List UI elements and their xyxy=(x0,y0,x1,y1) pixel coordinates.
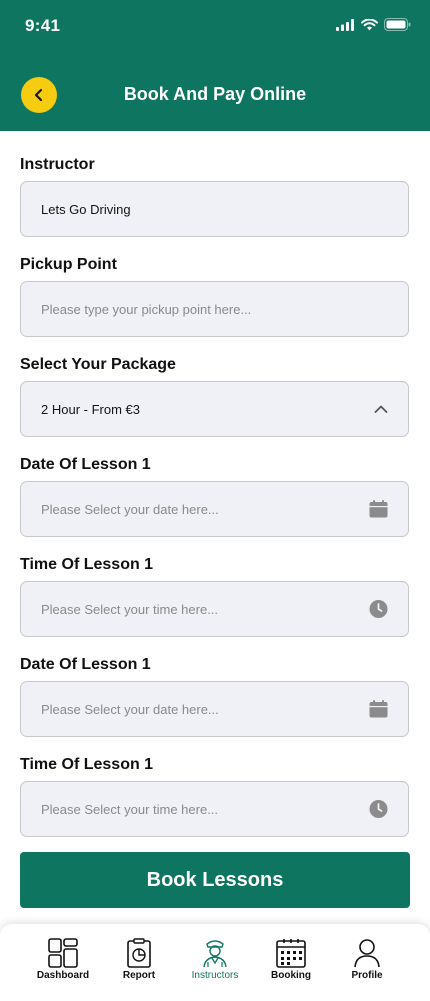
instructor-icon xyxy=(203,940,227,968)
date-lesson-2-placeholder: Please Select your date here... xyxy=(41,701,219,717)
clock-icon[interactable] xyxy=(369,800,388,819)
book-lessons-button[interactable]: Book Lessons xyxy=(20,852,410,908)
battery-icon xyxy=(384,18,411,31)
chevron-up-icon xyxy=(374,405,388,414)
calendar-icon[interactable] xyxy=(369,500,388,518)
tab-label: Instructors xyxy=(191,970,239,981)
wifi-icon xyxy=(361,18,378,30)
tab-booking[interactable]: Booking xyxy=(253,938,329,981)
pickup-input-box[interactable] xyxy=(20,281,409,337)
date-lesson-1-label: Date Of Lesson 1 xyxy=(20,456,151,473)
dashboard-icon xyxy=(48,938,78,968)
status-time: 9:41 xyxy=(25,16,61,35)
instructor-label: Instructor xyxy=(20,156,95,173)
time-lesson-2-picker[interactable]: Please Select your time here... xyxy=(20,781,409,837)
date-lesson-2-label: Date Of Lesson 1 xyxy=(20,656,151,673)
tab-profile[interactable]: Profile xyxy=(329,938,405,981)
signal-icon xyxy=(336,18,354,31)
calendar-icon xyxy=(276,939,306,968)
clock-icon[interactable] xyxy=(369,600,388,619)
pickup-field: Pickup Point xyxy=(20,254,410,337)
bottom-tab-bar: Dashboard Report Instructors Booking Pro… xyxy=(0,924,430,1001)
calendar-icon[interactable] xyxy=(369,700,388,718)
package-field: Select Your Package 2 Hour - From €3 xyxy=(20,354,410,437)
report-icon xyxy=(127,938,151,968)
instructor-value: Lets Go Driving xyxy=(41,201,131,217)
profile-icon xyxy=(354,939,380,968)
instructor-field: Instructor Lets Go Driving xyxy=(20,154,410,237)
tab-report[interactable]: Report xyxy=(101,938,177,981)
pickup-input[interactable] xyxy=(41,301,388,317)
date-lesson-2-picker[interactable]: Please Select your date here... xyxy=(20,681,409,737)
status-icons xyxy=(336,18,411,31)
time-lesson-2-placeholder: Please Select your time here... xyxy=(41,801,219,817)
date-lesson-1-field: Date Of Lesson 1 Please Select your date… xyxy=(20,454,410,537)
package-label: Select Your Package xyxy=(20,356,176,373)
tab-label: Dashboard xyxy=(36,970,90,981)
instructor-input[interactable]: Lets Go Driving xyxy=(20,181,409,237)
pickup-label: Pickup Point xyxy=(20,256,117,273)
time-lesson-2-field: Time Of Lesson 1 Please Select your time… xyxy=(20,754,410,837)
package-select[interactable]: 2 Hour - From €3 xyxy=(20,381,409,437)
date-lesson-1-placeholder: Please Select your date here... xyxy=(41,501,219,517)
tab-dashboard[interactable]: Dashboard xyxy=(25,938,101,981)
date-lesson-2-field: Date Of Lesson 1 Please Select your date… xyxy=(20,654,410,737)
tab-instructors[interactable]: Instructors xyxy=(177,938,253,981)
time-lesson-1-field: Time Of Lesson 1 Please Select your time… xyxy=(20,554,410,637)
time-lesson-1-placeholder: Please Select your time here... xyxy=(41,601,219,617)
time-lesson-1-picker[interactable]: Please Select your time here... xyxy=(20,581,409,637)
date-lesson-1-picker[interactable]: Please Select your date here... xyxy=(20,481,409,537)
time-lesson-2-label: Time Of Lesson 1 xyxy=(20,756,154,773)
app-header: 9:41 Book And Pay Online xyxy=(0,0,430,131)
tab-label: Profile xyxy=(351,970,383,981)
page-title: Book And Pay Online xyxy=(123,84,307,104)
tab-label: Booking xyxy=(271,970,311,981)
package-value: 2 Hour - From €3 xyxy=(41,401,140,417)
tab-label: Report xyxy=(122,970,156,981)
time-lesson-1-label: Time Of Lesson 1 xyxy=(20,556,154,573)
